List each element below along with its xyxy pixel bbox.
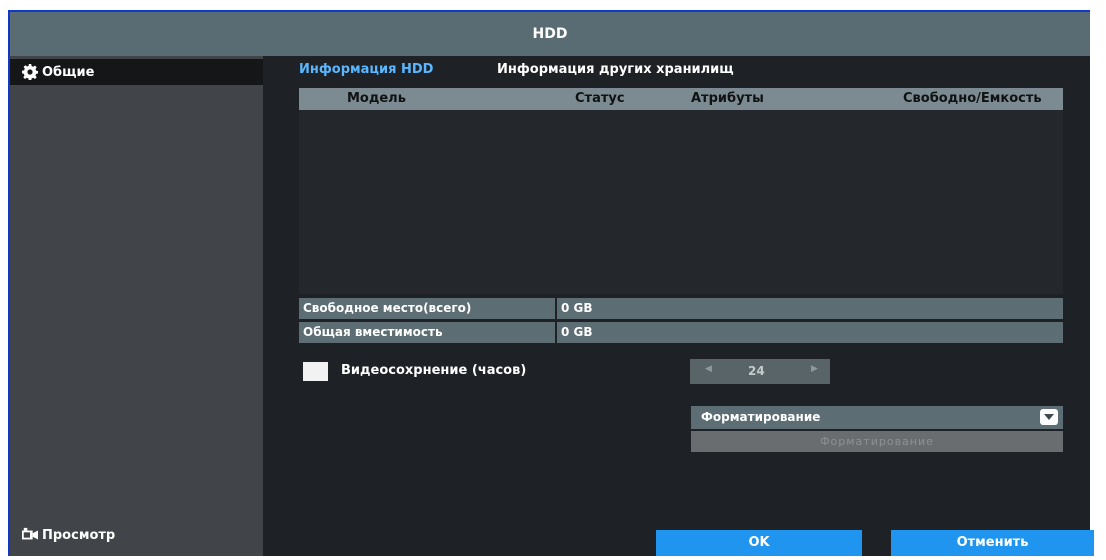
tab-hdd-info[interactable]: Информация HDD [299,62,433,77]
sidebar-item-label: Просмотр [42,527,116,543]
main-panel: Информация HDD Информация других хранили… [263,56,1094,556]
free-space-label: Свободное место(всего) [299,298,555,319]
arrow-left-icon[interactable]: ◀ [705,364,712,374]
cancel-button[interactable]: Отменить [891,530,1094,556]
format-select-value: Форматирование [701,410,821,424]
sidebar: Общие Просмотр [10,56,263,556]
camera-icon [22,527,38,543]
tab-other-storage-info[interactable]: Информация других хранилищ [497,62,734,77]
column-status: Статус [575,91,625,106]
table-header: Модель Статус Атрибуты Свободно/Емкость [299,88,1063,110]
retention-label: Видеосохрнение (часов) [341,363,527,378]
arrow-right-icon[interactable]: ▶ [811,364,818,374]
total-capacity-row: Общая вместимость 0 GB [299,322,1063,343]
total-capacity-label: Общая вместимость [299,322,555,343]
sidebar-item-general[interactable]: Общие [10,59,263,85]
column-model: Модель [347,91,406,106]
hdd-window: HDD Общие Просмотр Информация HDD Информ… [8,10,1094,556]
window-title: HDD [10,12,1090,56]
total-capacity-value: 0 GB [557,322,1063,343]
retention-checkbox[interactable] [303,362,328,381]
retention-hours-spinner[interactable]: ◀ 24 ▶ [690,359,830,384]
column-attributes: Атрибуты [691,91,764,106]
hdd-table: Модель Статус Атрибуты Свободно/Емкость [299,88,1063,294]
free-space-value: 0 GB [557,298,1063,319]
format-select[interactable]: Форматирование [691,406,1063,429]
gear-icon [22,64,38,80]
sidebar-item-preview[interactable]: Просмотр [10,522,263,548]
chevron-down-icon[interactable] [1040,409,1058,425]
sidebar-item-label: Общие [42,64,95,80]
window-title-text: HDD [532,26,568,42]
free-space-row: Свободное место(всего) 0 GB [299,298,1063,319]
ok-button[interactable]: OK [656,530,862,556]
column-free-capacity: Свободно/Емкость [903,91,1042,106]
retention-hours-value: 24 [748,364,765,378]
format-button[interactable]: Форматирование [691,431,1063,452]
